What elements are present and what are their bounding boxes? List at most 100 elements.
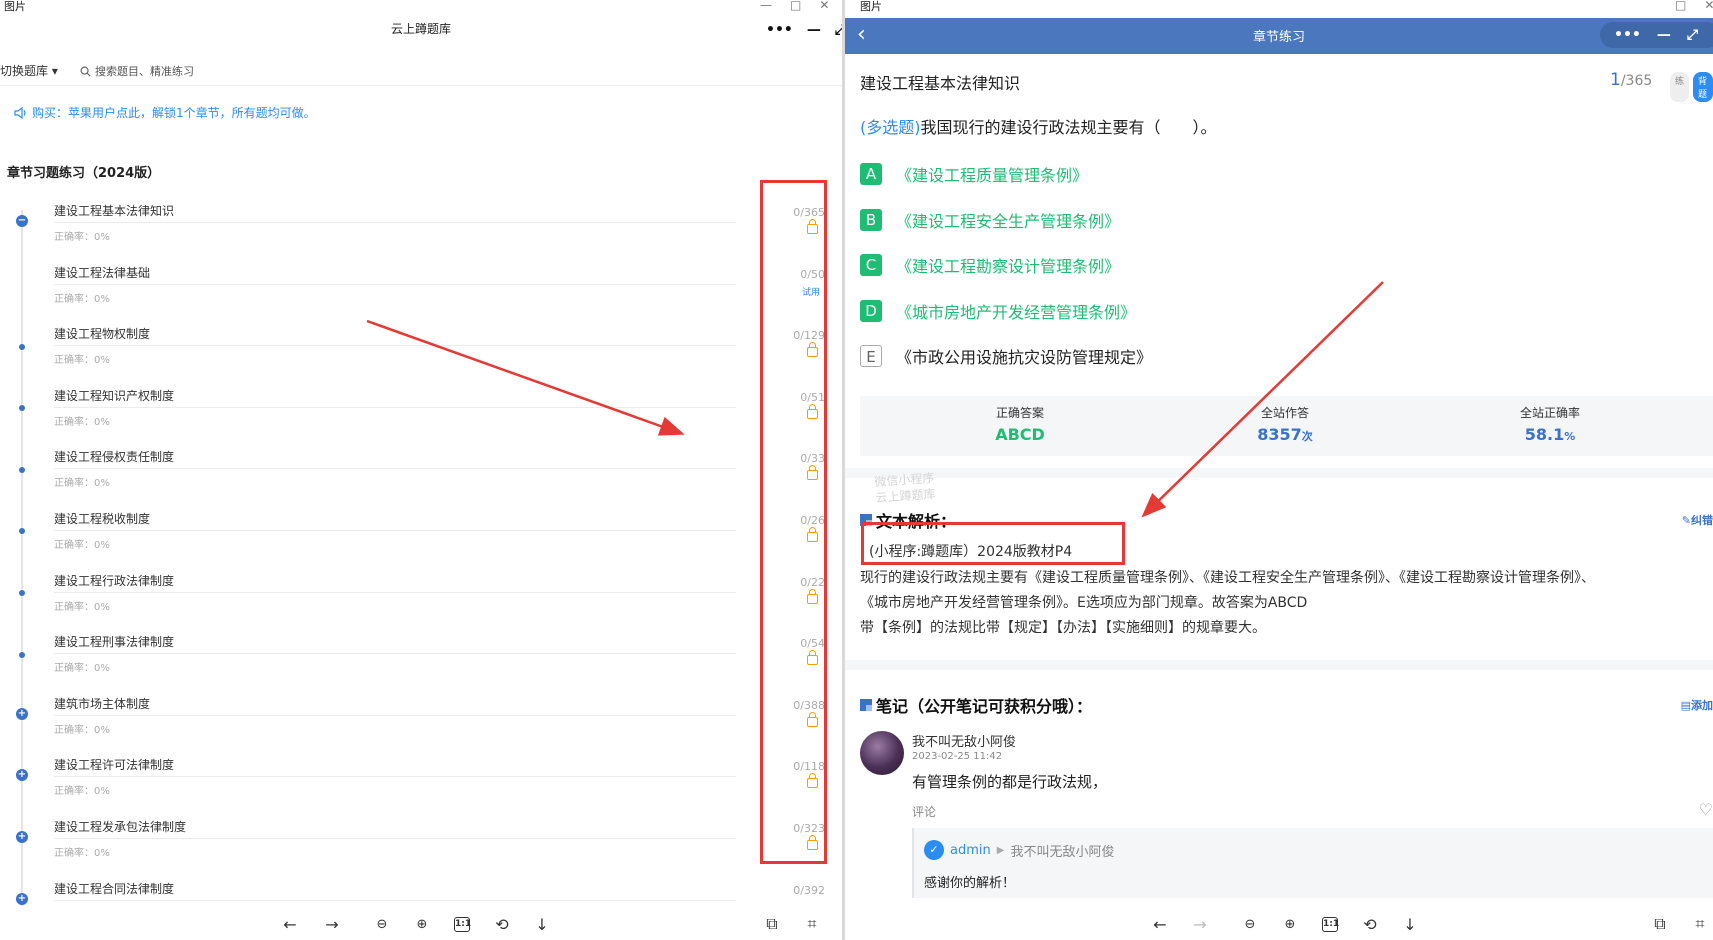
scan-text-icon[interactable]: ⌗ bbox=[802, 914, 822, 934]
caret-down-icon: ▾ bbox=[51, 64, 58, 78]
stat-label: 全站正确率 bbox=[1519, 406, 1580, 420]
like-heart-icon[interactable]: ♡ bbox=[1699, 800, 1713, 819]
chapter-row[interactable]: 建设工程物权制度 正确率：0% 0/129 bbox=[0, 325, 842, 412]
expand-icon[interactable]: + bbox=[16, 707, 28, 720]
chapter-row[interactable]: 建设工程税收制度 正确率：0% 0/26 bbox=[0, 510, 842, 596]
collapse-icon[interactable]: − bbox=[16, 215, 28, 227]
viewer-toolbar: ← → ⊖ ⊕ 1:1 ⟲ ↓ ⧉ ⌗ bbox=[845, 906, 1713, 940]
chapter-name: 建设工程基本法律知识 bbox=[54, 204, 175, 218]
stat-label: 全站作答 bbox=[1260, 406, 1309, 420]
add-note-button[interactable]: ▤添加 bbox=[1681, 697, 1713, 713]
chapter-name: 建设工程合同法律制度 bbox=[54, 881, 175, 896]
close-icon[interactable]: ✕ bbox=[1704, 0, 1713, 12]
speaker-icon bbox=[14, 106, 26, 119]
chapter-accuracy: 正确率：0% bbox=[54, 848, 110, 859]
chapter-row[interactable]: 建设工程知识产权制度 正确率：0% 0/51 bbox=[0, 387, 842, 473]
download-icon[interactable]: ↓ bbox=[532, 914, 552, 934]
chapter-row[interactable]: + 建设工程发承包法律制度 正确率：0% 0/323 bbox=[0, 818, 842, 880]
divider bbox=[54, 468, 736, 470]
option-e[interactable]: E 《市政公用设施抗灾设防管理规定》 bbox=[860, 344, 1152, 368]
divider bbox=[54, 714, 736, 716]
question-text: 我国现行的建设行政法规主要有（ ）。 bbox=[920, 118, 1217, 137]
actual-size-icon[interactable]: 1:1 bbox=[1320, 914, 1340, 934]
option-text: 《建设工程安全生产管理条例》 bbox=[896, 211, 1121, 231]
option-text: 《城市房地产开发经营管理条例》 bbox=[896, 302, 1137, 322]
minimize-icon[interactable]: — bbox=[760, 0, 772, 12]
capsule-menu[interactable]: ••• — ⤢ bbox=[766, 22, 842, 38]
analysis-line: 《城市房地产开发经营管理条例》。E选项应为部门规章。故答案为ABCD bbox=[860, 595, 1308, 611]
zoom-out-icon[interactable]: ⊖ bbox=[1240, 914, 1260, 934]
rotate-icon[interactable]: ⟲ bbox=[492, 914, 512, 934]
report-error-button[interactable]: ✎纠错 bbox=[1682, 512, 1713, 528]
maximize-icon[interactable]: □ bbox=[790, 0, 801, 12]
minimize-icon[interactable]: — bbox=[1657, 27, 1671, 43]
chapter-accuracy: 正确率：0% bbox=[54, 663, 110, 675]
option-c[interactable]: C 《建设工程勘察设计管理条例》 bbox=[860, 253, 1120, 277]
chapter-row[interactable]: + 建筑市场主体制度 正确率：0% 0/388 bbox=[0, 695, 842, 757]
reply-text: 感谢你的解析！ bbox=[924, 876, 1016, 891]
option-text: 《市政公用设施抗灾设防管理规定》 bbox=[896, 348, 1153, 367]
search-input[interactable]: 搜索题目、精准练习 bbox=[80, 63, 194, 79]
expand-icon[interactable]: + bbox=[16, 831, 28, 843]
zoom-out-icon[interactable]: ⊖ bbox=[372, 914, 392, 934]
reply-username[interactable]: admin bbox=[950, 843, 991, 858]
minimize-icon[interactable]: — bbox=[807, 22, 821, 38]
window-controls: □ ✕ bbox=[1675, 0, 1713, 12]
chapter-accuracy: 正确率：0% bbox=[54, 355, 110, 367]
mode-practice[interactable]: 练 bbox=[1670, 72, 1690, 102]
chapter-row[interactable]: 建设工程行政法律制度 正确率：0% 0/22 bbox=[0, 572, 842, 658]
maximize-icon[interactable]: □ bbox=[1675, 0, 1686, 12]
download-icon[interactable]: ↓ bbox=[1400, 914, 1420, 934]
chapter-row[interactable]: 建设工程侵权责任制度 正确率：0% 0/33 bbox=[0, 448, 842, 535]
option-key: D bbox=[860, 299, 882, 322]
zoom-in-icon[interactable]: ⊕ bbox=[1280, 914, 1300, 934]
option-d[interactable]: D 《城市房地产开发经营管理条例》 bbox=[860, 299, 1136, 323]
arrow-left-icon[interactable]: ← bbox=[280, 914, 300, 934]
close-icon[interactable]: ✕ bbox=[819, 0, 829, 12]
switch-bank-dropdown[interactable]: 切换题库 ▾ bbox=[0, 62, 58, 79]
purchase-notice[interactable]: 购买：苹果用户点此，解锁1个章节，所有题均可做。 bbox=[14, 104, 316, 121]
chapter-title: 建设工程基本法律知识 bbox=[860, 74, 1021, 93]
comment-button[interactable]: 评论 bbox=[912, 803, 936, 820]
mode-recite[interactable]: 背题 bbox=[1693, 72, 1713, 102]
actual-size-icon[interactable]: 1:1 bbox=[452, 914, 472, 934]
chapter-name: 建筑市场主体制度 bbox=[54, 696, 151, 711]
zoom-in-icon[interactable]: ⊕ bbox=[412, 914, 432, 934]
stat-unit: % bbox=[1564, 430, 1576, 443]
translate-icon[interactable]: ⧉ bbox=[762, 914, 782, 934]
counter-current: 1 bbox=[1610, 70, 1621, 90]
chapter-row[interactable]: 建设工程法律基础 正确率：0% 0/50 试用 bbox=[0, 264, 842, 350]
chapter-row[interactable]: + 建设工程许可法律制度 正确率：0% 0/118 bbox=[0, 756, 842, 818]
more-icon[interactable]: ••• bbox=[766, 22, 793, 38]
exit-icon[interactable]: ⤢ bbox=[835, 22, 842, 38]
option-text: 《建设工程勘察设计管理条例》 bbox=[896, 257, 1121, 276]
capsule-menu[interactable]: ••• — ⤢ bbox=[1600, 22, 1713, 48]
arrow-right-icon[interactable]: → bbox=[322, 914, 342, 934]
scan-text-icon[interactable]: ⌗ bbox=[1690, 914, 1710, 934]
note-username[interactable]: 我不叫无敌小阿俊 bbox=[912, 731, 1016, 750]
more-icon[interactable]: ••• bbox=[1614, 27, 1641, 43]
divider bbox=[54, 345, 736, 347]
stat-label: 正确答案 bbox=[995, 406, 1044, 420]
translate-icon[interactable]: ⧉ bbox=[1650, 914, 1670, 934]
chapter-row[interactable]: 建设工程刑事法律制度 正确率：0% 0/54 bbox=[0, 633, 842, 720]
option-key: A bbox=[860, 163, 882, 185]
arrow-right-icon[interactable]: → bbox=[1190, 914, 1210, 934]
watermark: 微信小程序 云上蹲题库 bbox=[874, 470, 936, 506]
option-a[interactable]: A 《建设工程质量管理条例》 bbox=[860, 162, 1088, 186]
divider bbox=[54, 530, 736, 531]
chapter-name: 建设工程发承包法律制度 bbox=[54, 820, 187, 834]
chapter-name: 建设工程刑事法律制度 bbox=[54, 635, 175, 650]
exit-icon[interactable]: ⤢ bbox=[1687, 27, 1698, 43]
arrow-left-icon[interactable]: ← bbox=[1150, 914, 1170, 934]
expand-icon[interactable]: + bbox=[16, 769, 28, 782]
option-b[interactable]: B 《建设工程安全生产管理条例》 bbox=[860, 208, 1120, 232]
reply-arrow-icon: ▶ bbox=[996, 844, 1005, 856]
expand-icon[interactable]: + bbox=[16, 892, 28, 905]
chapter-row[interactable]: − 建设工程基本法律知识 正确率：0% 0/365 bbox=[0, 202, 842, 264]
mode-toggle[interactable]: 练 背题 bbox=[1670, 72, 1713, 102]
rotate-icon[interactable]: ⟲ bbox=[1360, 914, 1380, 934]
stat-answered: 全站作答 8357次 bbox=[1185, 404, 1385, 444]
chapter-name: 建设工程税收制度 bbox=[54, 512, 151, 526]
avatar[interactable] bbox=[860, 731, 904, 775]
